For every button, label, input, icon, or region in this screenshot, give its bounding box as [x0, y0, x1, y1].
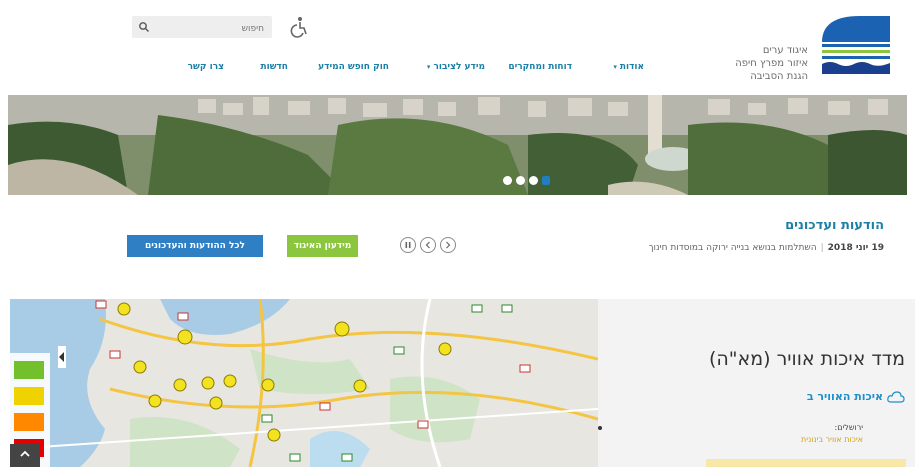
- aqi-status: איכות אוויר בינונית: [801, 435, 863, 444]
- news-date: 19 יוני 2018: [827, 243, 884, 253]
- nav-label: אודות: [619, 62, 644, 72]
- map-tiles: [10, 299, 598, 467]
- accessibility-icon[interactable]: [288, 16, 310, 38]
- legend-swatch-moderate: [14, 387, 44, 405]
- logo-line-1: איגוד ערים: [762, 45, 808, 56]
- logo-line-2: איזור מפרץ חיפה: [735, 58, 808, 69]
- nav-label: דוחות ומחקרים: [508, 62, 572, 72]
- legend-swatch-good: [14, 361, 44, 379]
- logo-text: איגוד ערים איזור מפרץ חיפה הגנת הסביבה: [678, 44, 808, 83]
- nav-label: חדשות: [260, 62, 288, 72]
- aqi-city: ירושלים:: [834, 423, 864, 432]
- newsletter-button[interactable]: מידעון האיגוד: [287, 235, 358, 257]
- slider-dots: [503, 176, 550, 185]
- legend-collapse-handle[interactable]: [58, 346, 66, 368]
- site-logo[interactable]: איגוד ערים איזור מפרץ חיפה הגנת הסביבה: [700, 8, 900, 88]
- nav-item-news[interactable]: חדשות: [260, 62, 288, 72]
- search-icon[interactable]: [138, 21, 150, 33]
- aqi-title: מדד איכות אוויר (מא"ה): [708, 348, 905, 370]
- search-input[interactable]: [132, 18, 272, 40]
- prev-button[interactable]: [420, 237, 436, 253]
- logo-mark-icon: [820, 14, 892, 76]
- search-box: [132, 16, 272, 40]
- next-button[interactable]: [440, 237, 456, 253]
- nav-label: מידע לציבור: [433, 62, 485, 72]
- logo-line-3: הגנת הסביבה: [750, 71, 808, 82]
- nav-item-foi[interactable]: חוק חופש המידע: [318, 62, 389, 72]
- news-ticker[interactable]: 19 יוני 2018|השתלמות בנושא בנייה ירוקה ב…: [649, 243, 884, 253]
- legend-swatch-unhealthy: [14, 413, 44, 431]
- nav-label: צרו קשר: [187, 62, 224, 72]
- news-headline[interactable]: השתלמות בנושא בנייה ירוקה במוסדות חינוך: [649, 243, 817, 253]
- caret-left-icon: [59, 352, 64, 362]
- news-separator: |: [820, 243, 824, 253]
- chevron-up-icon: [20, 450, 30, 457]
- slide-dot[interactable]: [503, 176, 512, 185]
- hero-banner: [8, 95, 907, 195]
- site-header: איגוד ערים איזור מפרץ חיפה הגנת הסביבה א…: [0, 0, 915, 95]
- legend-toggle-button[interactable]: [10, 444, 40, 467]
- pause-icon: [405, 242, 411, 248]
- air-quality-map[interactable]: [10, 299, 598, 467]
- aqi-panel: מדד איכות אוויר (מא"ה) איכות האוויר ב יר…: [598, 299, 915, 467]
- slide-dot[interactable]: [529, 176, 538, 185]
- slide-dot[interactable]: [542, 176, 550, 185]
- all-news-button[interactable]: לכל ההודעות והעדכונים: [127, 235, 263, 257]
- nav-item-reports[interactable]: דוחות ומחקרים: [508, 62, 572, 72]
- panel-marker-dot: [598, 426, 602, 430]
- chevron-down-icon: ▾: [426, 63, 431, 71]
- nav-label: חוק חופש המידע: [318, 62, 389, 72]
- cloud-icon: [887, 390, 905, 403]
- chevron-down-icon: ▾: [613, 63, 617, 71]
- slide-dot[interactable]: [516, 176, 525, 185]
- pause-button[interactable]: [400, 237, 416, 253]
- nav-item-contact[interactable]: צרו קשר: [188, 62, 224, 72]
- news-section-title: הודעות ועדכונים: [785, 218, 884, 233]
- nav-item-about[interactable]: אודות▾: [613, 62, 644, 72]
- main-nav: אודות▾ דוחות ומחקרים מידע לציבור▾ חוק חו…: [130, 62, 660, 84]
- hero-city-image: [8, 95, 907, 195]
- aqi-status-bar: [706, 459, 906, 467]
- chevron-left-icon: [425, 241, 430, 249]
- chevron-right-icon: [446, 241, 451, 249]
- aqi-subtitle: איכות האוויר ב: [806, 390, 883, 403]
- nav-item-public-info[interactable]: מידע לציבור▾: [427, 62, 485, 72]
- aqi-location-selector[interactable]: איכות האוויר ב: [807, 390, 905, 403]
